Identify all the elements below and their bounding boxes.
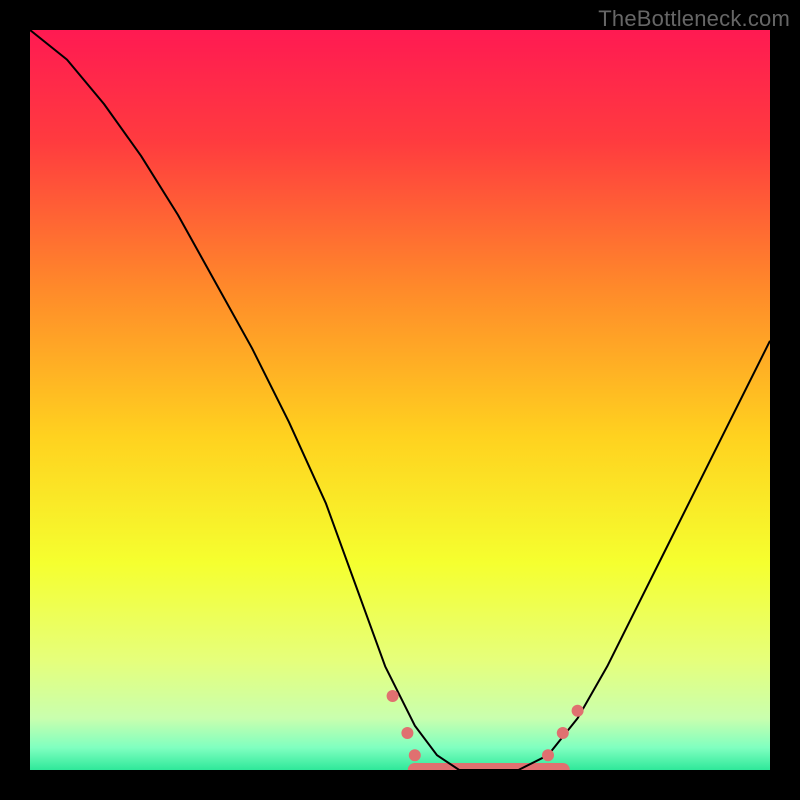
curve-marker — [572, 705, 584, 717]
chart-background — [30, 30, 770, 770]
curve-marker — [409, 749, 421, 761]
bottleneck-chart — [30, 30, 770, 770]
chart-frame — [30, 30, 770, 770]
watermark-text: TheBottleneck.com — [598, 6, 790, 32]
curve-marker — [401, 727, 413, 739]
curve-marker — [542, 749, 554, 761]
curve-marker — [557, 727, 569, 739]
curve-marker — [387, 690, 399, 702]
